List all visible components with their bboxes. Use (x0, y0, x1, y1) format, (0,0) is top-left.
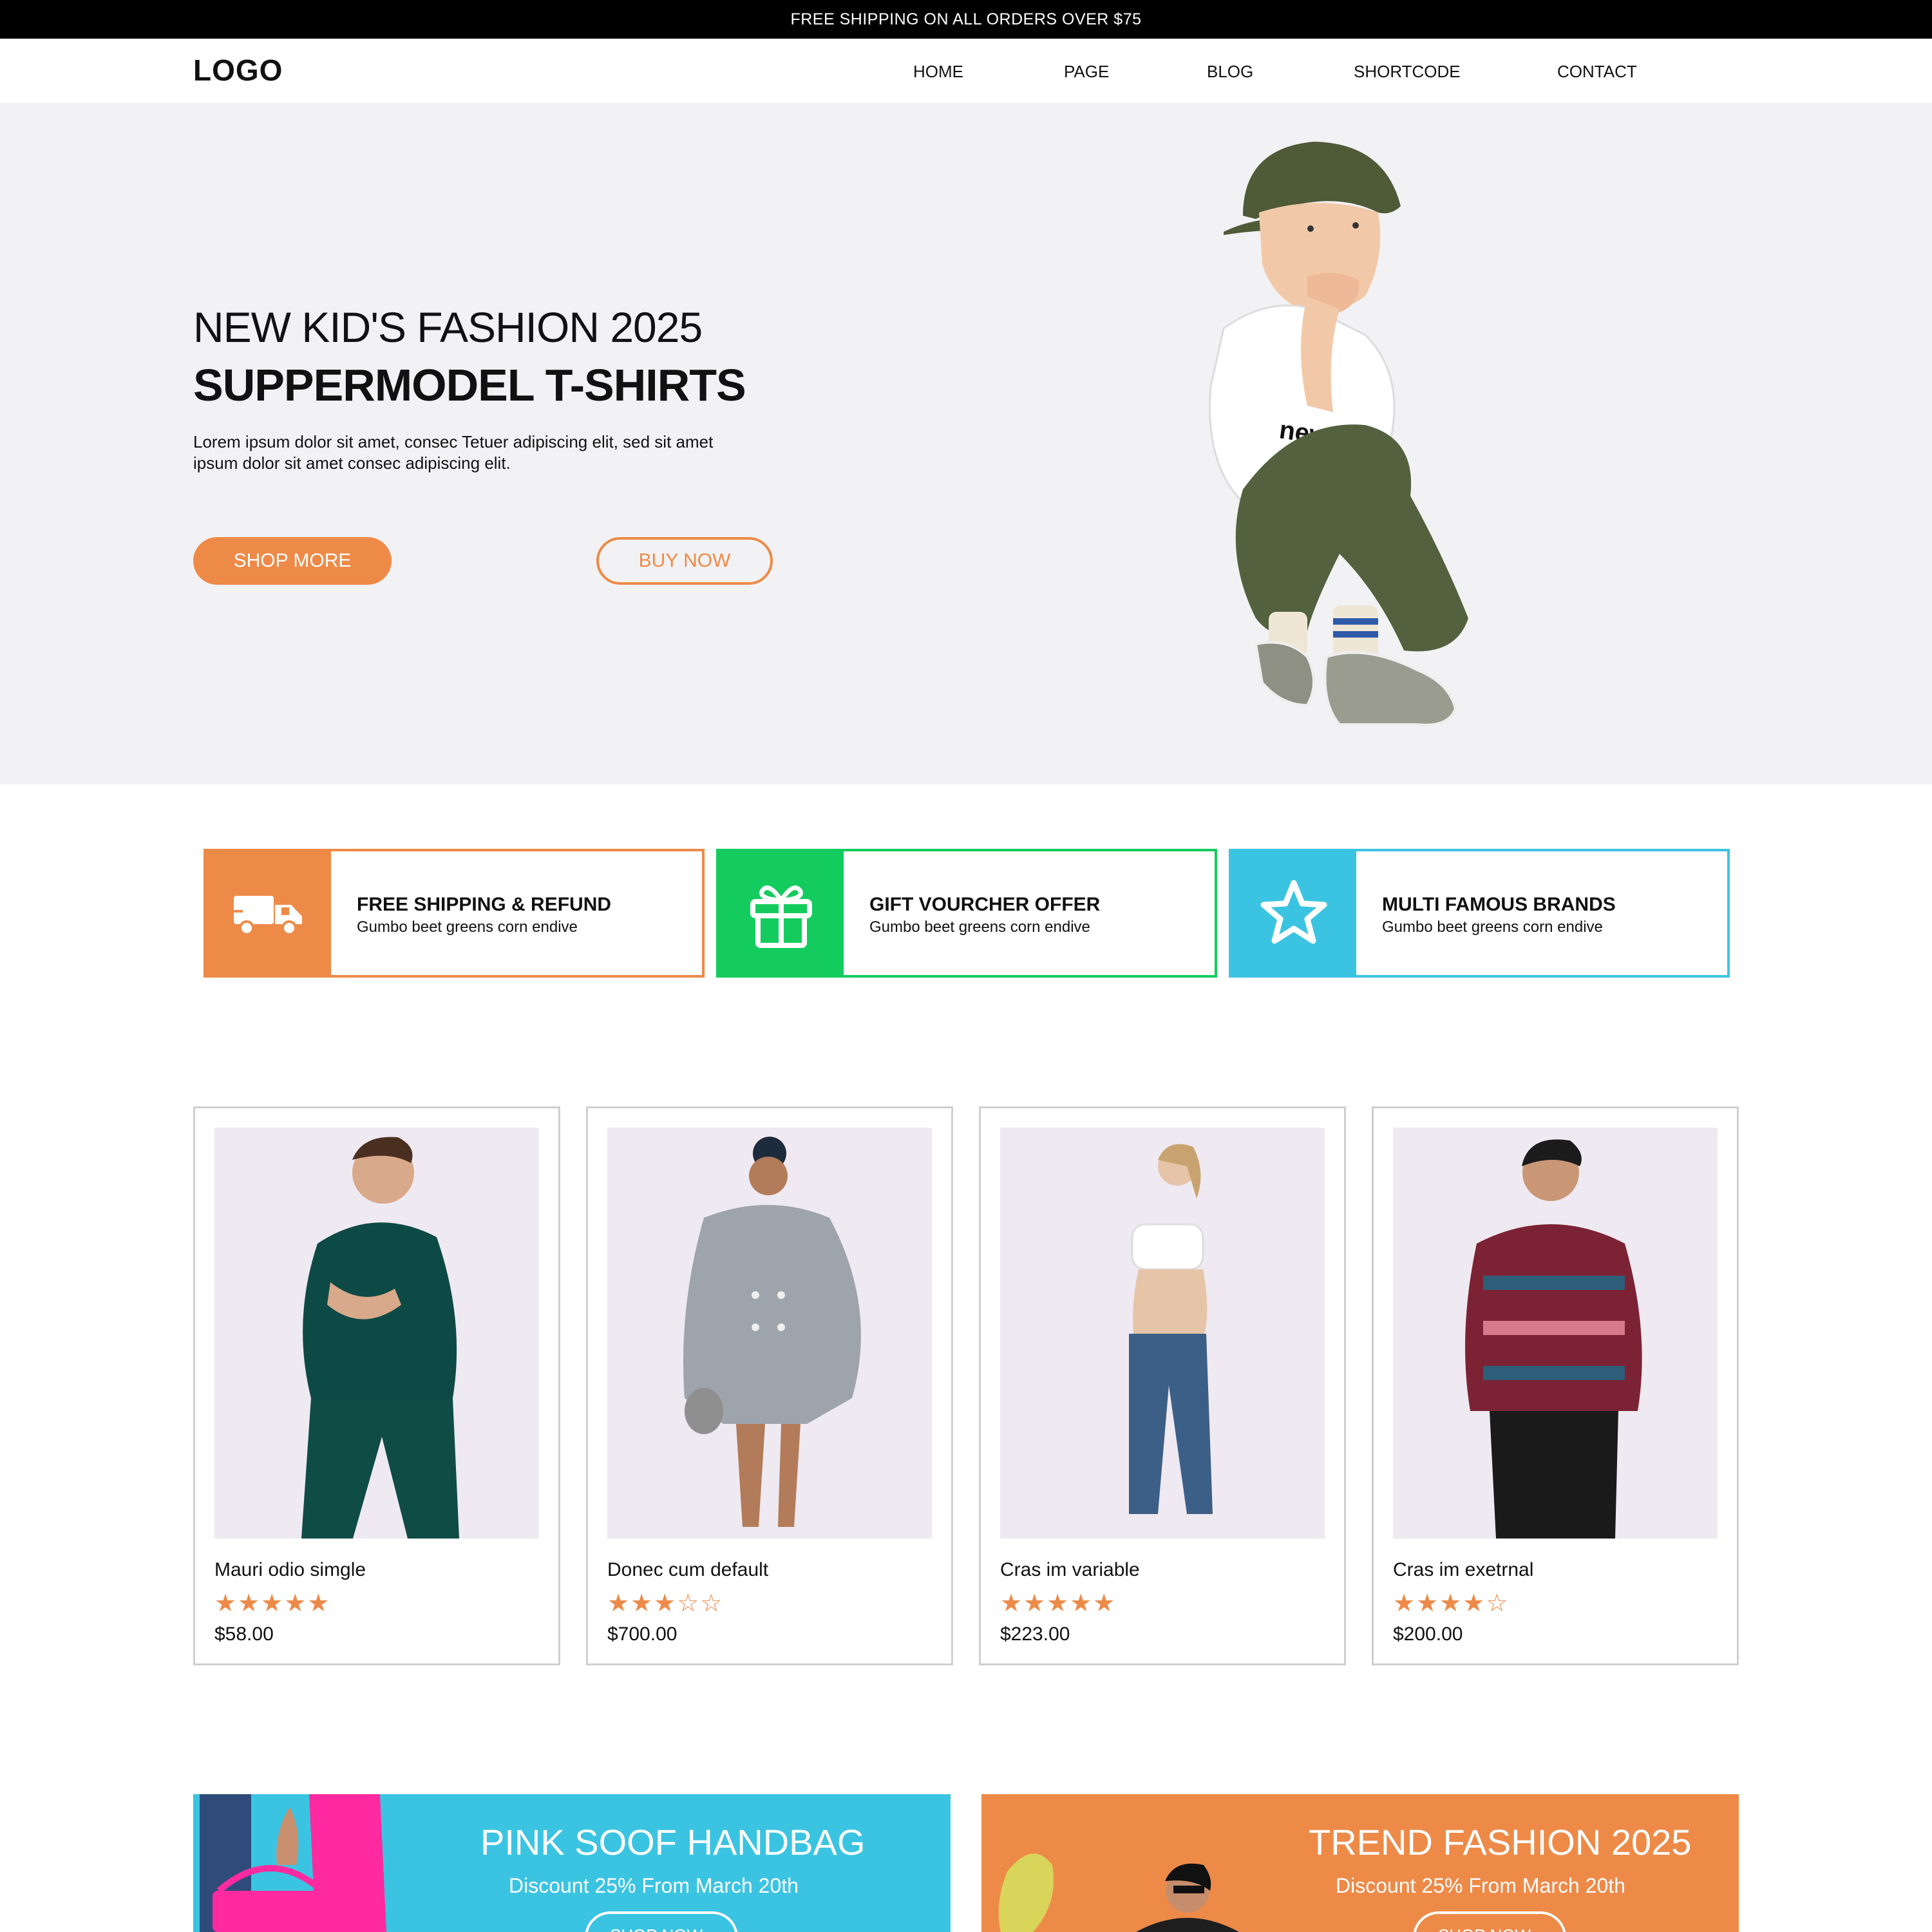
shop-more-button[interactable]: SHOP MORE (193, 537, 392, 585)
product-image[interactable] (214, 1128, 539, 1539)
product-price: $200.00 (1393, 1624, 1463, 1645)
hero-section: NEW KID'S FASHION 2025 SUPPERMODEL T-SHI… (0, 103, 1932, 784)
announcement-text: FREE SHIPPING ON ALL ORDERS OVER $75 (790, 10, 1142, 28)
hero-description: Lorem ipsum dolor sit amet, consec Tetue… (193, 432, 714, 473)
feature-free-shipping: FREE SHIPPING & REFUND Gumbo beet greens… (204, 849, 705, 978)
fashion-model-image (998, 1853, 1239, 1932)
logo[interactable]: LOGO (193, 53, 283, 88)
nav-item-contact[interactable]: CONTACT (1557, 62, 1637, 82)
product-card[interactable]: Cras im exetrnal ★★★★☆ $200.00 (1372, 1106, 1739, 1665)
product-card[interactable]: Donec cum default ★★★☆☆ $700.00 (586, 1106, 953, 1665)
announcement-bar: FREE SHIPPING ON ALL ORDERS OVER $75 (0, 0, 1932, 39)
product-card[interactable]: Cras im variable ★★★★★ $223.00 (979, 1106, 1346, 1665)
feature-title: MULTI FAMOUS BRANDS (1382, 894, 1616, 915)
hero-title: SUPPERMODEL T-SHIRTS (193, 360, 746, 410)
rating-stars: ★★★★★ (214, 1590, 331, 1617)
banner-handbag[interactable]: PINK SOOF HANDBAG Discount 25% From Marc… (193, 1794, 951, 1932)
product-price: $700.00 (607, 1624, 677, 1645)
nav-item-page[interactable]: PAGE (1064, 62, 1109, 82)
feature-title: FREE SHIPPING & REFUND (357, 894, 612, 915)
banner-title: TREND FASHION 2025 (1309, 1822, 1692, 1862)
buy-now-button[interactable]: BUY NOW (596, 537, 773, 585)
rating-stars: ★★★★☆ (1393, 1590, 1510, 1617)
nav-item-blog[interactable]: BLOG (1207, 62, 1253, 82)
product-name[interactable]: Cras im variable (1000, 1559, 1140, 1581)
product-name[interactable]: Mauri odio simgle (214, 1559, 366, 1581)
product-price: $223.00 (1000, 1624, 1070, 1645)
product-name[interactable]: Cras im exetrnal (1393, 1559, 1533, 1581)
product-price: $58.00 (214, 1624, 274, 1645)
site-header: LOGO HOME PAGE BLOG SHORTCODE CONTACT (0, 39, 1932, 103)
product-name[interactable]: Donec cum default (607, 1559, 768, 1581)
hero-kid-image: new (1209, 142, 1468, 726)
truck-icon (206, 851, 331, 975)
hero-kicker: NEW KID'S FASHION 2025 (193, 303, 703, 351)
shop-now-button[interactable]: SHOP NOW › (585, 1911, 738, 1932)
product-card[interactable]: Mauri odio simgle ★★★★★ $58.00 (193, 1106, 560, 1665)
banner-trend-fashion[interactable]: TREND FASHION 2025 Discount 25% From Mar… (981, 1794, 1739, 1932)
feature-subtitle: Gumbo beet greens corn endive (1382, 918, 1603, 936)
product-image[interactable] (1000, 1128, 1325, 1539)
banner-subtitle: Discount 25% From March 20th (509, 1874, 799, 1897)
nav-item-home[interactable]: HOME (913, 62, 963, 82)
shop-now-button[interactable]: SHOP NOW › (1413, 1911, 1566, 1932)
feature-subtitle: Gumbo beet greens corn endive (357, 918, 578, 936)
gift-icon (719, 851, 844, 975)
banner-title: PINK SOOF HANDBAG (480, 1822, 866, 1862)
handbag-image (200, 1794, 386, 1932)
rating-stars: ★★★★★ (1000, 1590, 1117, 1617)
nav-item-shortcode[interactable]: SHORTCODE (1354, 62, 1461, 82)
product-image[interactable] (1393, 1128, 1718, 1539)
feature-title: GIFT VOURCHER OFFER (869, 894, 1101, 915)
feature-famous-brands: MULTI FAMOUS BRANDS Gumbo beet greens co… (1229, 849, 1730, 978)
rating-stars: ★★★☆☆ (607, 1590, 724, 1617)
feature-gift-voucher: GIFT VOURCHER OFFER Gumbo beet greens co… (716, 849, 1217, 978)
star-icon (1231, 851, 1356, 975)
product-image[interactable] (607, 1128, 932, 1539)
banner-subtitle: Discount 25% From March 20th (1336, 1874, 1625, 1897)
feature-subtitle: Gumbo beet greens corn endive (869, 918, 1090, 936)
